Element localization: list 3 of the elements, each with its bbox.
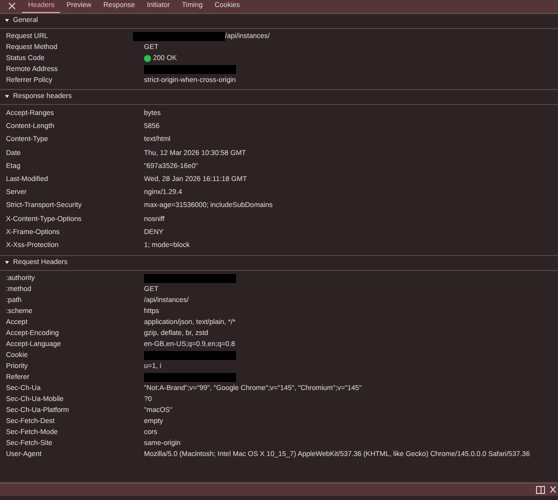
dock-side-icon[interactable] <box>536 486 545 494</box>
close-icon[interactable] <box>8 2 16 10</box>
close-icon[interactable] <box>550 486 556 494</box>
